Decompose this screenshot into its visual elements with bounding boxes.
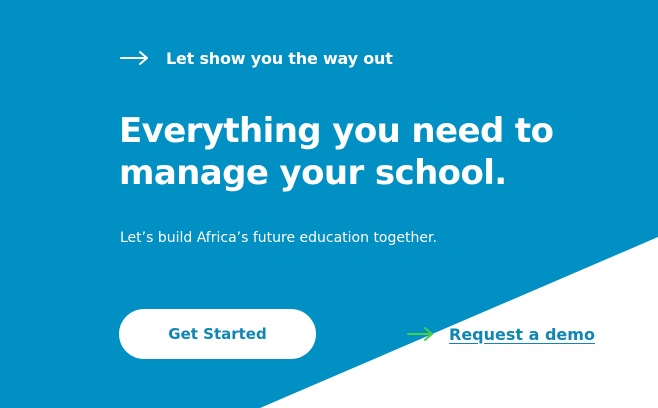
- page-title: Everything you need to manage your schoo…: [119, 110, 599, 194]
- request-demo-label: Request a demo: [449, 324, 595, 344]
- hero-section: Let show you the way out Everything you …: [0, 0, 658, 408]
- eyebrow: Let show you the way out: [120, 44, 393, 72]
- arrow-right-icon: [120, 51, 148, 65]
- eyebrow-text: Let show you the way out: [166, 48, 393, 68]
- arrow-right-icon: [407, 327, 433, 341]
- request-demo-link[interactable]: Request a demo: [407, 321, 595, 347]
- page-title-line-1: Everything you need to: [119, 111, 554, 151]
- hero-subtext: Let’s build Africa’s future education to…: [120, 230, 437, 246]
- get-started-button[interactable]: Get Started: [119, 309, 316, 359]
- page-title-line-2: manage your school.: [119, 153, 507, 193]
